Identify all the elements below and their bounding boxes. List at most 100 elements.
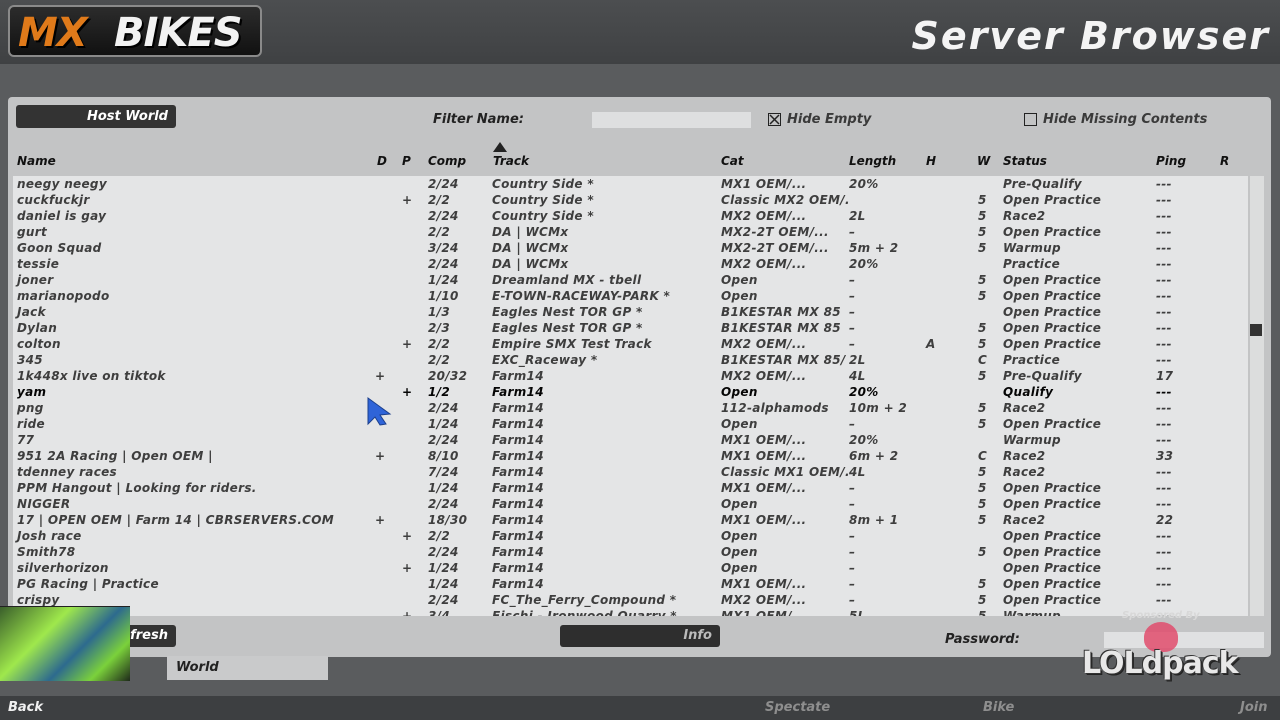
- server-status-cell: Warmup: [1003, 609, 1061, 616]
- server-row[interactable]: 77 2/24 Farm14 MX1 OEM/... 20% Warmup ---: [13, 432, 1248, 448]
- server-ping-cell: ---: [1156, 401, 1172, 415]
- info-button[interactable]: Info: [560, 625, 720, 647]
- server-row[interactable]: neegy neegy 2/24 Country Side * MX1 OEM/...…: [13, 176, 1248, 192]
- server-length-cell: –: [849, 337, 856, 351]
- server-length-cell: 20%: [849, 257, 879, 271]
- server-row[interactable]: colton +2/2 Empire SMX Test Track MX2 OEM/.…: [13, 336, 1248, 352]
- server-comp-cell: 3/4: [428, 609, 450, 616]
- column-header-r[interactable]: R: [1220, 154, 1229, 168]
- server-row[interactable]: silverhorizon +1/24 Farm14 Open – Open Practi…: [13, 560, 1248, 576]
- server-comp-cell: 2/24: [428, 433, 459, 447]
- server-comp-cell: 1/24: [428, 417, 459, 431]
- server-ping-cell: ---: [1156, 465, 1172, 479]
- server-row[interactable]: crispy 2/24 FC_The_Ferry_Compound * MX2 OEM…: [13, 592, 1248, 608]
- server-row[interactable]: tessie 2/24 DA | WCMx MX2 OEM/... 20% Practic…: [13, 256, 1248, 272]
- server-track-cell: Eagles Nest TOR GP *: [492, 321, 643, 335]
- server-ping-cell: ---: [1156, 289, 1172, 303]
- server-p-cell: +: [402, 561, 413, 575]
- server-comp-cell: 20/32: [428, 369, 468, 383]
- server-status-cell: Open Practice: [1003, 321, 1102, 335]
- column-header-h[interactable]: H: [926, 154, 936, 168]
- server-track-cell: Country Side *: [492, 177, 594, 191]
- server-row[interactable]: 345 2/2 EXC_Raceway * B1KESTAR MX 85/2L C Pra…: [13, 352, 1248, 368]
- column-header-comp[interactable]: Comp: [428, 154, 466, 168]
- server-row[interactable]: Josh race +2/2 Farm14 Open – Open Practice ---: [13, 528, 1248, 544]
- server-w-cell: 5: [978, 193, 987, 207]
- server-w-cell: 5: [978, 593, 987, 607]
- server-length-cell: –: [849, 289, 856, 303]
- server-d-cell: +: [375, 513, 386, 527]
- server-track-cell: Farm14: [492, 513, 544, 527]
- column-header-status[interactable]: Status: [1003, 154, 1047, 168]
- server-track-cell: Dreamland MX - tbell: [492, 273, 642, 287]
- column-header-cat[interactable]: Cat: [721, 154, 744, 168]
- server-name-cell: NIGGER: [17, 497, 71, 511]
- server-row[interactable]: 1k448x live on tiktok +20/32 Farm14 MX2 OEM…: [13, 368, 1248, 384]
- server-ping-cell: ---: [1156, 577, 1172, 591]
- server-cat-cell: Open: [721, 545, 758, 559]
- column-header-w[interactable]: W: [977, 154, 990, 168]
- scrollbar-thumb[interactable]: [1250, 324, 1262, 336]
- server-length-cell: 10m + 2: [849, 401, 908, 415]
- column-header-p[interactable]: P: [402, 154, 411, 168]
- server-name-cell: Smith78: [17, 545, 76, 559]
- server-w-cell: 5: [978, 401, 987, 415]
- bike-button[interactable]: Bike: [983, 700, 1014, 715]
- hide-missing-contents-checkbox[interactable]: [1024, 113, 1037, 126]
- server-cat-cell: Open: [721, 497, 758, 511]
- server-list-scrollbar[interactable]: [1250, 176, 1264, 616]
- server-ping-cell: ---: [1156, 209, 1172, 223]
- server-row[interactable]: PG Racing | Practice 1/24 Farm14 MX1 OEM/..…: [13, 576, 1248, 592]
- server-name-cell: ride: [17, 417, 45, 431]
- server-row[interactable]: daniel is gay 2/24 Country Side * MX2 OEM/.…: [13, 208, 1248, 224]
- world-tab[interactable]: World: [167, 656, 328, 680]
- spectate-button[interactable]: Spectate: [765, 700, 830, 715]
- server-p-cell: +: [402, 609, 413, 616]
- server-row[interactable]: Smith78 2/24 Farm14 Open – 5 Open Practice ---: [13, 544, 1248, 560]
- server-track-cell: Farm14: [492, 433, 544, 447]
- server-row[interactable]: Jack 1/3 Eagles Nest TOR GP * B1KESTAR MX 8…: [13, 304, 1248, 320]
- sort-ascending-icon: [493, 142, 507, 152]
- server-name-cell: 1k448x live on tiktok: [17, 369, 166, 383]
- server-row[interactable]: 951 2A Racing | Open OEM | +8/10 Farm14 MX1…: [13, 448, 1248, 464]
- server-status-cell: Open Practice: [1003, 593, 1102, 607]
- server-row[interactable]: png 2/24 Farm14 112-alphamods 10m + 2 5 Race2 -…: [13, 400, 1248, 416]
- column-header-track[interactable]: Track: [493, 154, 529, 168]
- server-status-cell: Open Practice: [1003, 561, 1102, 575]
- server-row[interactable]: Dylan 2/3 Eagles Nest TOR GP * B1KESTAR MX …: [13, 320, 1248, 336]
- column-header-ping[interactable]: Ping: [1156, 154, 1186, 168]
- server-row[interactable]: 17 | OPEN OEM | Farm 14 | CBRSERVERS.COM…: [13, 512, 1248, 528]
- back-button[interactable]: Back: [8, 700, 43, 715]
- server-row[interactable]: +3/4 Fischi - Ironwood Quarry * MX1 OEM/..…: [13, 608, 1248, 616]
- server-row[interactable]: marianopodo 1/10 E-TOWN-RACEWAY-PARK * Open…: [13, 288, 1248, 304]
- column-header-name[interactable]: Name: [17, 154, 56, 168]
- logo-mx-text: MX: [18, 10, 88, 56]
- server-status-cell: Warmup: [1003, 433, 1061, 447]
- server-cat-cell: MX2 OEM/...: [721, 257, 807, 271]
- host-world-button[interactable]: Host World: [16, 105, 176, 128]
- server-row[interactable]: joner 1/24 Dreamland MX - tbell Open – 5 Open …: [13, 272, 1248, 288]
- server-length-cell: –: [849, 225, 856, 239]
- column-header-d[interactable]: D: [377, 154, 387, 168]
- server-row[interactable]: ride 1/24 Farm14 Open – 5 Open Practice ---: [13, 416, 1248, 432]
- column-header-length[interactable]: Length: [849, 154, 896, 168]
- server-cat-cell: MX1 OEM/...: [721, 481, 807, 495]
- server-row[interactable]: Goon Squad 3/24 DA | WCMx MX2-2T OEM/... 5m …: [13, 240, 1248, 256]
- server-name-cell: 951 2A Racing | Open OEM |: [17, 449, 213, 463]
- server-row[interactable]: tdenney races 7/24 Farm14 Classic MX1 OEM/.…: [13, 464, 1248, 480]
- server-cat-cell: 112-alphamods: [721, 401, 829, 415]
- filter-name-input[interactable]: [592, 112, 751, 128]
- server-ping-cell: 17: [1156, 369, 1174, 383]
- server-name-cell: PPM Hangout | Looking for riders.: [17, 481, 257, 495]
- server-row[interactable]: yam +1/2 Farm14 Open 20% Qualify ---: [13, 384, 1248, 400]
- server-track-cell: Country Side *: [492, 193, 594, 207]
- server-status-cell: Race2: [1003, 401, 1046, 415]
- hide-empty-checkbox[interactable]: [768, 113, 781, 126]
- server-comp-cell: 3/24: [428, 241, 459, 255]
- server-row[interactable]: cuckfuckjr +2/2 Country Side * Classic MX2 …: [13, 192, 1248, 208]
- server-row[interactable]: NIGGER 2/24 Farm14 Open – 5 Open Practice ---: [13, 496, 1248, 512]
- server-cat-cell: Open: [721, 529, 758, 543]
- server-row[interactable]: PPM Hangout | Looking for riders. 1/24 Far…: [13, 480, 1248, 496]
- server-row[interactable]: gurt 2/2 DA | WCMx MX2-2T OEM/... – 5 Open Pra…: [13, 224, 1248, 240]
- join-button[interactable]: Join: [1240, 700, 1267, 715]
